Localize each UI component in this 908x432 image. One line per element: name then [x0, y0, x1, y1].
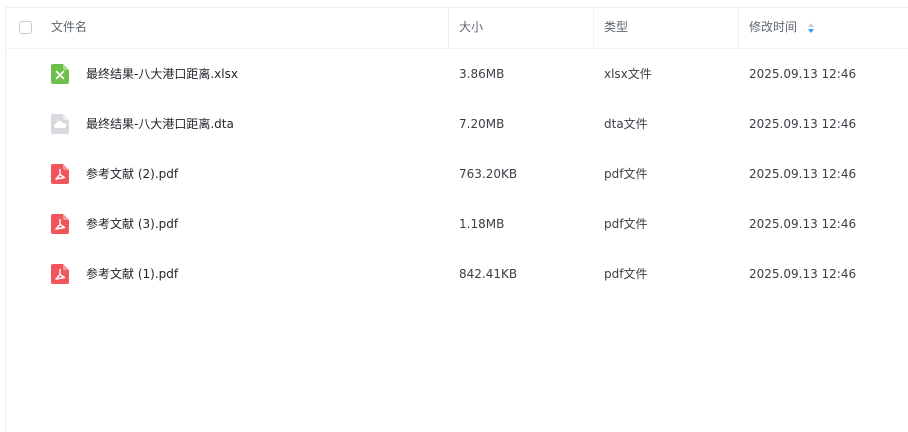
- file-row[interactable]: 参考文献 (2).pdf 763.20KB pdf文件 2025.09.13 1…: [5, 149, 908, 199]
- column-divider[interactable]: [593, 7, 594, 48]
- excel-file-icon: [51, 64, 69, 84]
- file-modified-time: 2025.09.13 12:46: [749, 67, 857, 81]
- file-name[interactable]: 参考文献 (3).pdf: [86, 199, 178, 249]
- column-header-type[interactable]: 类型: [604, 7, 628, 48]
- pdf-file-icon: [51, 214, 69, 234]
- file-modified-time: 2025.09.13 12:46: [749, 117, 857, 131]
- column-divider[interactable]: [738, 7, 739, 48]
- pdf-file-icon: [51, 264, 69, 284]
- file-row[interactable]: 参考文献 (1).pdf 842.41KB pdf文件 2025.09.13 1…: [5, 249, 908, 299]
- file-name[interactable]: 参考文献 (1).pdf: [86, 249, 178, 299]
- file-row[interactable]: 最终结果-八大港口距离.xlsx 3.86MB xlsx文件 2025.09.1…: [5, 49, 908, 99]
- column-header-type-label: 类型: [604, 20, 629, 34]
- file-row[interactable]: 参考文献 (3).pdf 1.18MB pdf文件 2025.09.13 12:…: [5, 199, 908, 249]
- file-type: pdf文件: [604, 267, 648, 281]
- file-size: 763.20KB: [459, 167, 518, 181]
- sort-icon[interactable]: [807, 22, 815, 34]
- file-name[interactable]: 参考文献 (2).pdf: [86, 149, 178, 199]
- generic-file-icon: [51, 114, 69, 134]
- file-modified-time: 2025.09.13 12:46: [749, 217, 857, 231]
- file-type: pdf文件: [604, 167, 648, 181]
- file-type: pdf文件: [604, 217, 648, 231]
- column-header-name-label: 文件名: [51, 20, 88, 34]
- file-modified-time: 2025.09.13 12:46: [749, 267, 857, 281]
- column-header-name[interactable]: 文件名: [51, 7, 87, 48]
- column-header-modified-label: 修改时间: [749, 20, 798, 34]
- file-size: 1.18MB: [459, 217, 505, 231]
- file-size: 3.86MB: [459, 67, 505, 81]
- file-size: 7.20MB: [459, 117, 505, 131]
- file-list-header: 文件名 大小 类型 修改时间: [5, 7, 908, 49]
- column-divider[interactable]: [448, 7, 449, 48]
- file-row[interactable]: 最终结果-八大港口距离.dta 7.20MB dta文件 2025.09.13 …: [5, 99, 908, 149]
- column-header-size[interactable]: 大小: [459, 7, 483, 48]
- file-size: 842.41KB: [459, 267, 518, 281]
- file-name[interactable]: 最终结果-八大港口距离.xlsx: [86, 49, 238, 99]
- select-all-checkbox[interactable]: [19, 21, 32, 34]
- column-header-modified[interactable]: 修改时间: [749, 7, 797, 48]
- file-name[interactable]: 最终结果-八大港口距离.dta: [86, 99, 234, 149]
- pdf-file-icon: [51, 164, 69, 184]
- file-type: dta文件: [604, 117, 648, 131]
- file-type: xlsx文件: [604, 67, 652, 81]
- file-modified-time: 2025.09.13 12:46: [749, 167, 857, 181]
- column-header-size-label: 大小: [459, 20, 484, 34]
